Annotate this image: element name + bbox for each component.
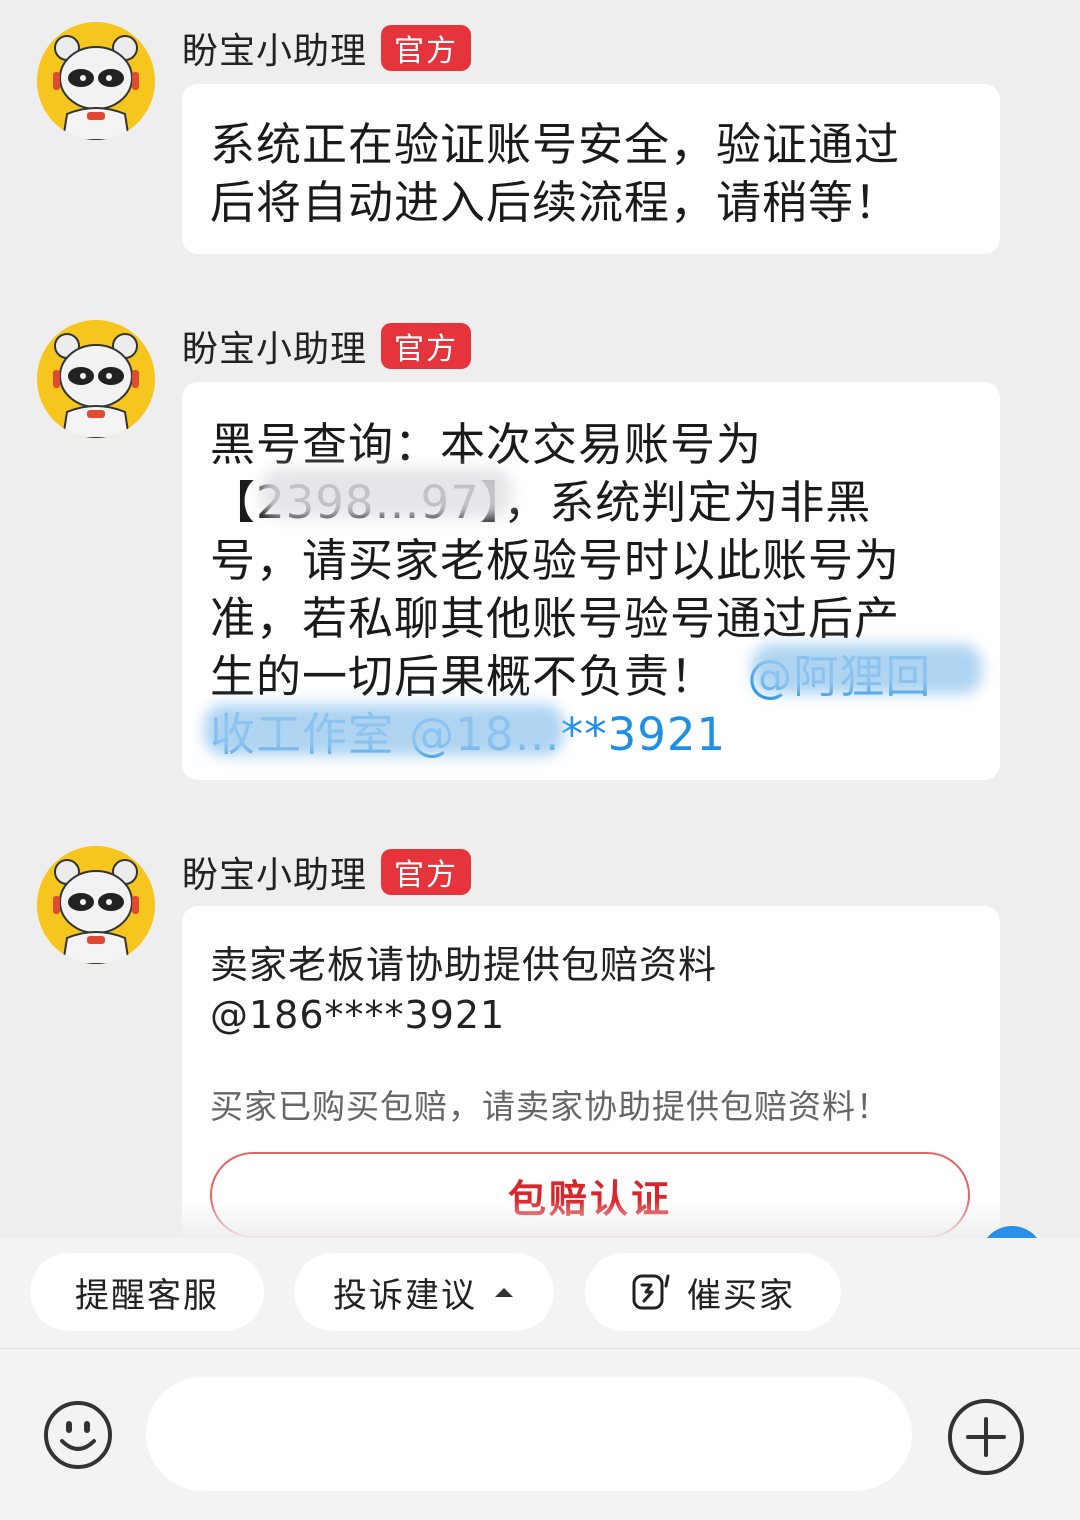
sender-name: 盼宝小助理 xyxy=(182,31,368,72)
message-line: 黑号查询：本次交易账号为 xyxy=(210,418,763,471)
message-line: 系统正在验证账号安全，验证通过 xyxy=(210,118,901,171)
remind-service-button[interactable]: 提醒客服 xyxy=(30,1253,264,1331)
privacy-blur xyxy=(204,704,564,756)
quick-actions-bar: 提醒客服 投诉建议 催买家 xyxy=(0,1238,1080,1348)
plus-icon[interactable] xyxy=(946,1397,1026,1477)
card-title: 卖家老板请协助提供包赔资料 xyxy=(210,943,718,987)
complaint-label: 投诉建议 xyxy=(333,1275,477,1316)
official-badge: 官方 xyxy=(381,25,472,71)
official-badge: 官方 xyxy=(381,849,472,895)
mention-link[interactable]: @186****3921 xyxy=(210,990,972,1040)
privacy-blur xyxy=(752,644,982,694)
sender: 盼宝小助理 官方 xyxy=(182,848,472,896)
privacy-blur xyxy=(260,468,512,518)
message-input[interactable] xyxy=(146,1377,912,1491)
sender: 盼宝小助理 官方 xyxy=(182,322,472,370)
urge-buyer-label: 催买家 xyxy=(687,1275,795,1316)
message-bubble: 黑号查询：本次交易账号为 【2398…97】，系统判定为非黑 号，请买家老板验号… xyxy=(182,382,1000,780)
message-line-text: 生的一切后果概不负责！ xyxy=(210,650,717,703)
sender-name: 盼宝小助理 xyxy=(182,329,368,370)
card-subtitle: 买家已购买包赔，请卖家协助提供包赔资料！ xyxy=(210,1087,890,1126)
urge-icon xyxy=(632,1274,670,1310)
message-line: 后将自动进入后续流程，请稍等！ xyxy=(210,176,901,229)
avatar-panda-icon xyxy=(37,846,155,964)
remind-service-label: 提醒客服 xyxy=(75,1275,219,1316)
caret-up-icon xyxy=(495,1288,513,1297)
sender: 盼宝小助理 官方 xyxy=(182,24,472,72)
urge-buyer-button[interactable]: 催买家 xyxy=(585,1253,841,1331)
avatar[interactable] xyxy=(37,22,155,140)
message-line: 准，若私聊其他账号验号通过后产 xyxy=(210,592,901,645)
sender-name: 盼宝小助理 xyxy=(182,855,368,896)
emoji-icon[interactable] xyxy=(42,1399,114,1471)
avatar-panda-icon xyxy=(37,320,155,438)
scroll-fade xyxy=(0,1200,1080,1240)
input-bar xyxy=(0,1348,1080,1520)
avatar[interactable] xyxy=(37,320,155,438)
message-line: 号，请买家老板验号时以此账号为 xyxy=(210,534,901,587)
official-badge: 官方 xyxy=(381,323,472,369)
complaint-button[interactable]: 投诉建议 xyxy=(294,1253,554,1331)
message-bubble: 系统正在验证账号安全，验证通过 后将自动进入后续流程，请稍等！ xyxy=(182,84,1000,254)
avatar[interactable] xyxy=(37,846,155,964)
avatar-panda-icon xyxy=(37,22,155,140)
chat-page: 盼宝小助理 官方 系统正在验证账号安全，验证通过 后将自动进入后续流程，请稍等！ xyxy=(0,0,1080,1520)
